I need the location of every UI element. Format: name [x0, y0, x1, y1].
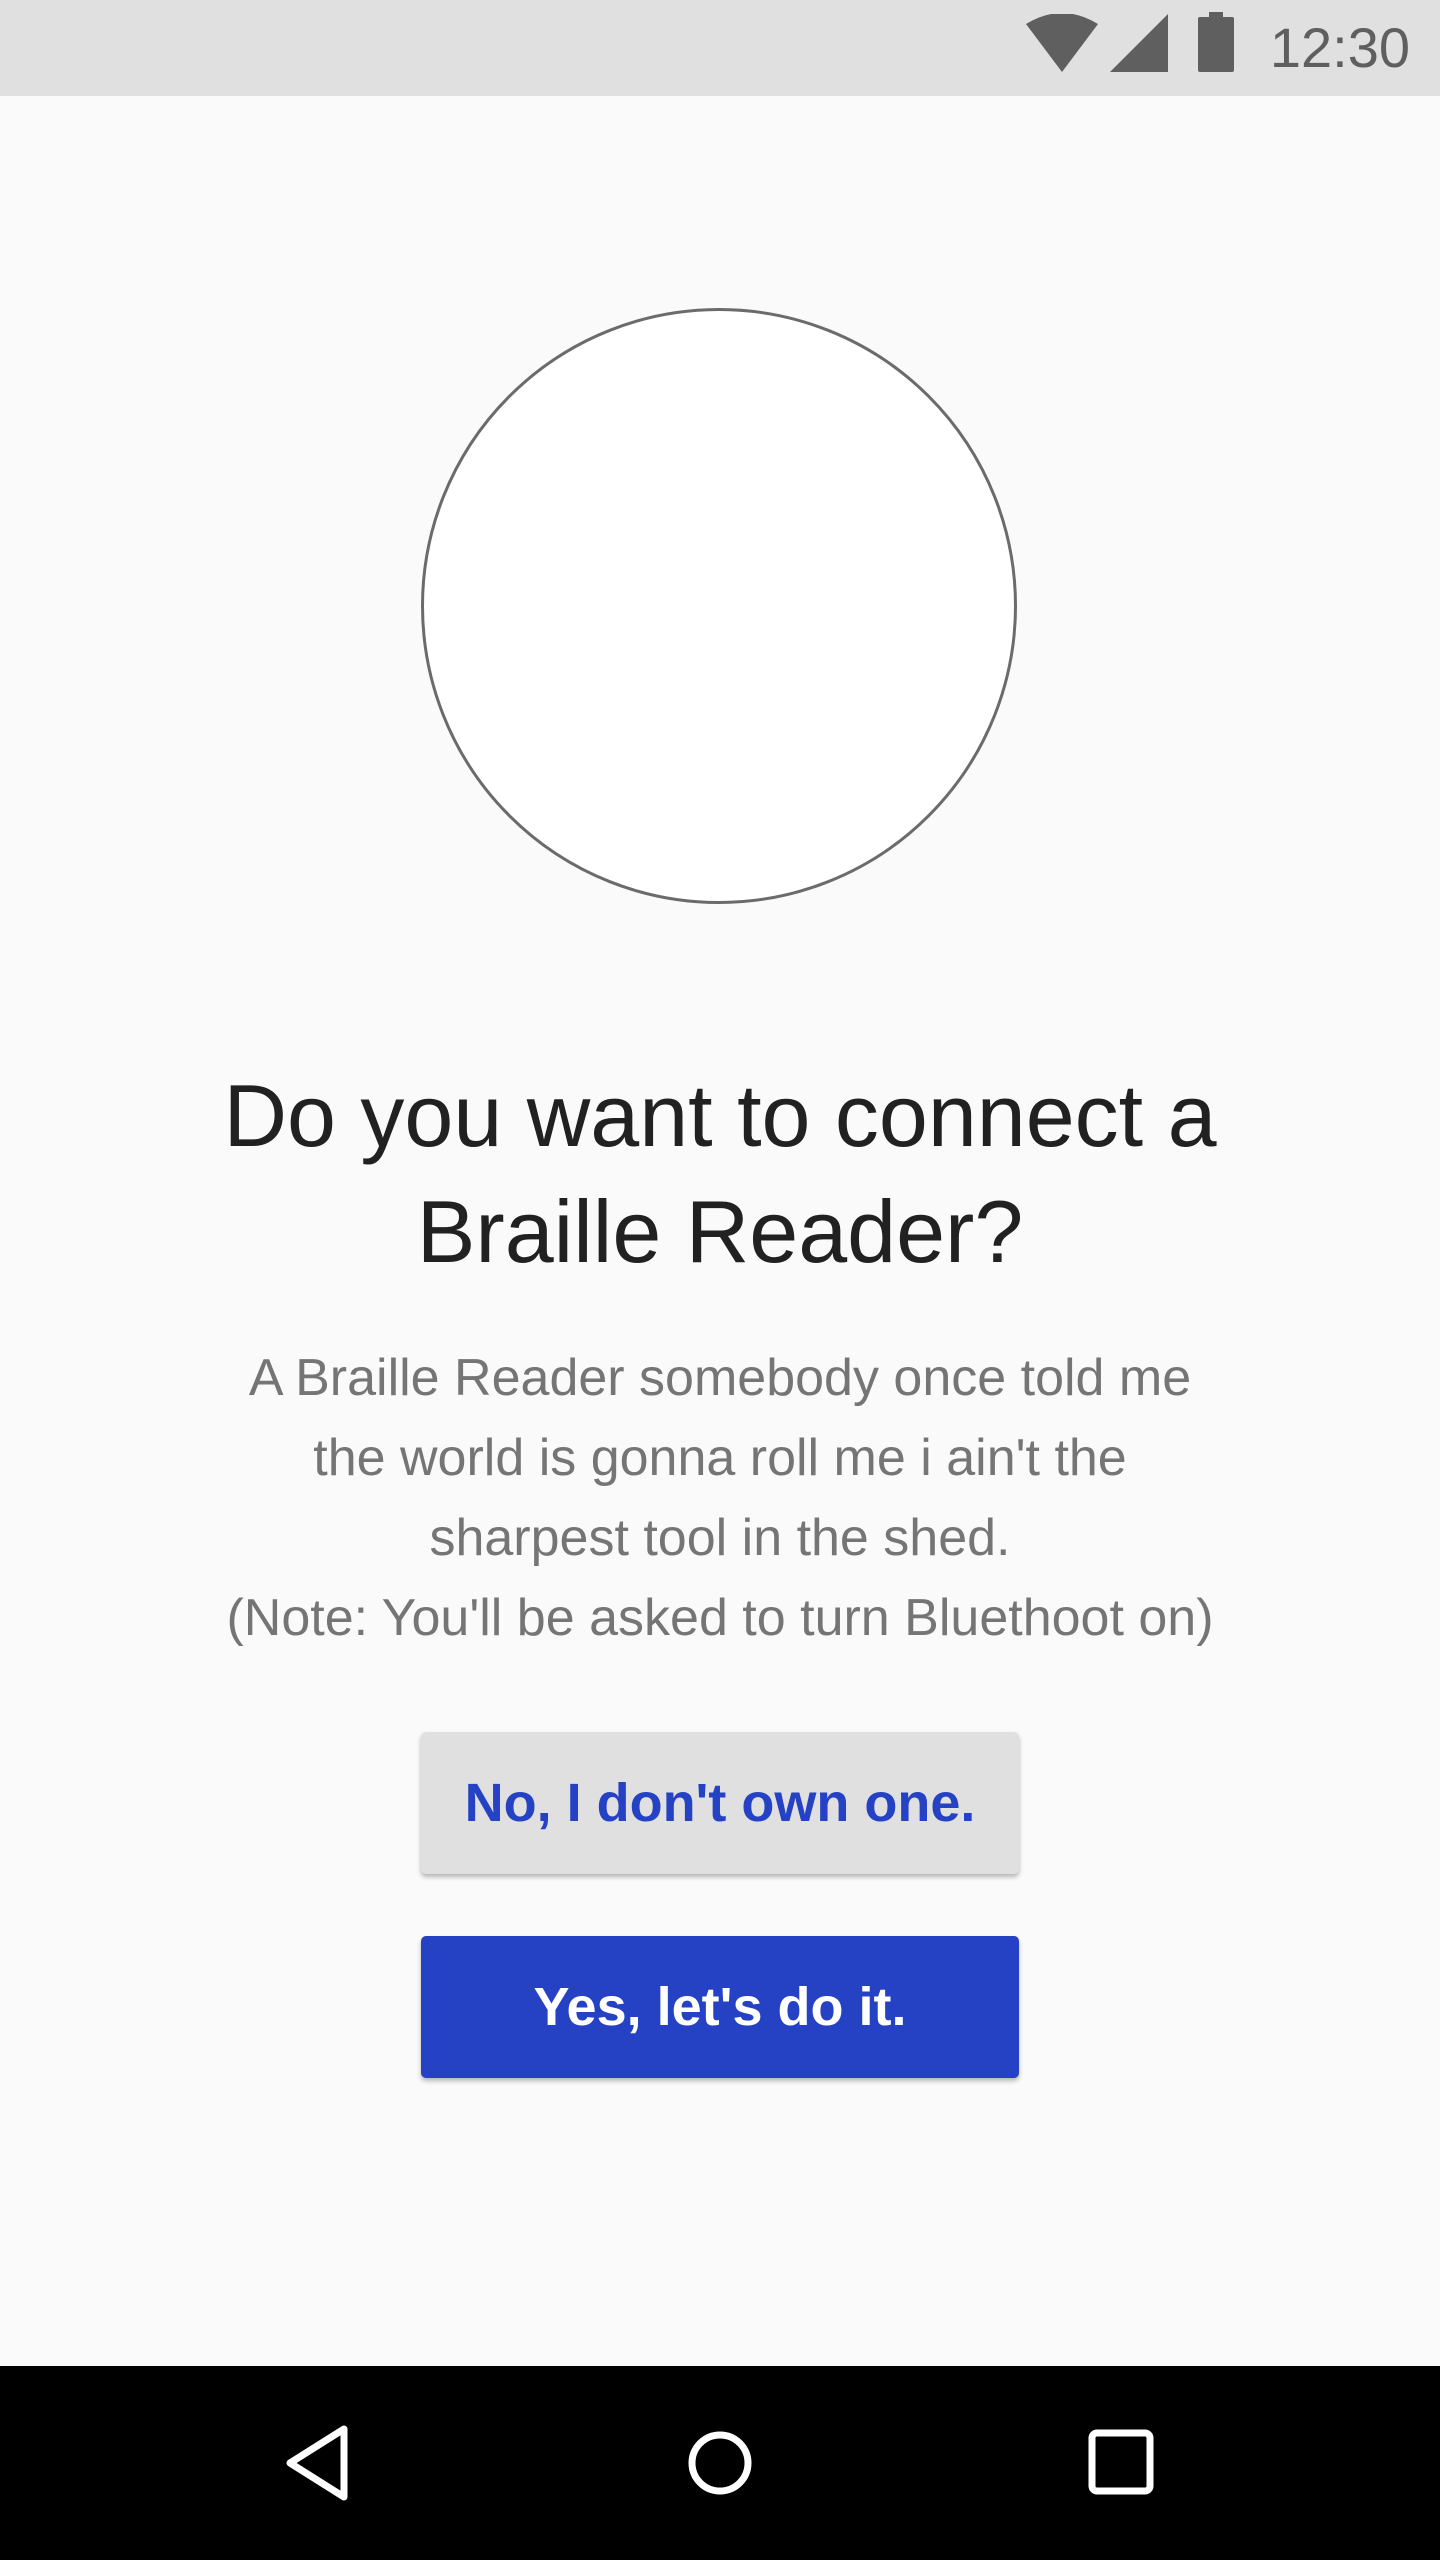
- yes-button[interactable]: Yes, let's do it.: [421, 1936, 1019, 2078]
- description-line: the world is gonna roll me i ain't the: [313, 1429, 1127, 1487]
- navigation-bar: [0, 2366, 1440, 2560]
- illustration-circle: [421, 308, 1017, 904]
- wifi-icon: [1026, 13, 1098, 77]
- description: A Braille Reader somebody once told me t…: [140, 1338, 1300, 1658]
- back-icon[interactable]: [272, 2413, 372, 2513]
- battery-icon: [1198, 12, 1234, 77]
- cell-signal-icon: [1110, 14, 1168, 77]
- no-button[interactable]: No, I don't own one.: [421, 1732, 1019, 1874]
- recents-icon[interactable]: [1070, 2413, 1170, 2513]
- description-line: A Braille Reader somebody once told me: [248, 1349, 1192, 1407]
- status-bar: 12:30: [0, 0, 1440, 96]
- page-title: Do you want to connect a Braille Reader?: [223, 1066, 1217, 1281]
- home-icon[interactable]: [670, 2413, 770, 2513]
- description-line: sharpest tool in the shed.: [429, 1509, 1011, 1567]
- description-note: (Note: You'll be asked to turn Bluethoot…: [226, 1589, 1214, 1647]
- clock: 12:30: [1269, 16, 1410, 79]
